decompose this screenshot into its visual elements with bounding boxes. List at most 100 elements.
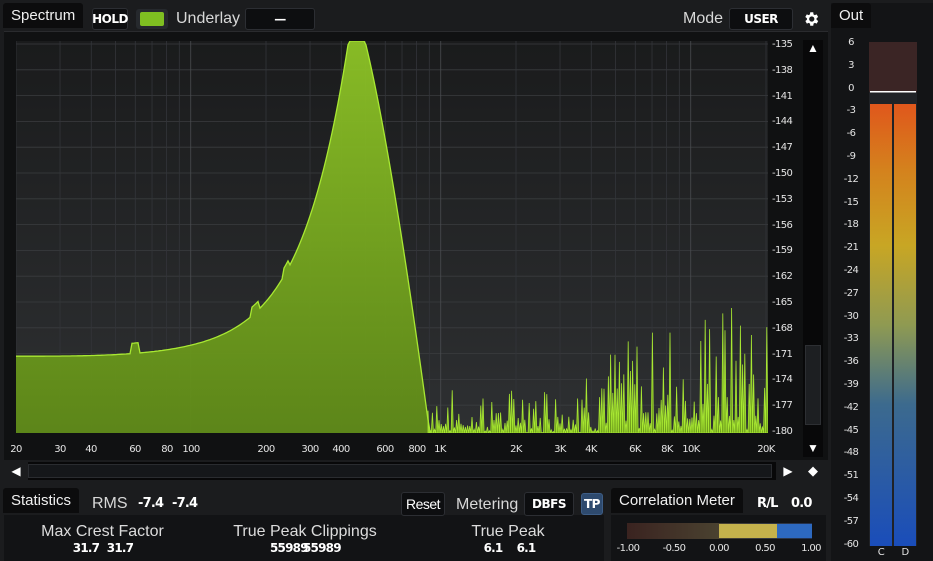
hold-toggle-indicator <box>140 12 164 26</box>
out-scale-label: -39 <box>843 379 859 390</box>
spectrum-plot[interactable] <box>16 41 768 433</box>
x-axis-label: 20K <box>757 444 775 455</box>
y-axis-label: -135 <box>772 39 793 50</box>
horizontal-scrollbar[interactable] <box>28 462 776 480</box>
horizontal-scroll-thumb[interactable] <box>28 464 772 478</box>
x-axis-label: 80 <box>161 444 173 455</box>
x-axis-label: 40 <box>85 444 97 455</box>
out-scale-label: -27 <box>843 287 859 299</box>
y-axis-label: -171 <box>772 348 793 360</box>
correlation-scale-label: 0.00 <box>709 543 729 554</box>
true-peak-left-value: 6.1 <box>483 541 504 555</box>
y-axis-label: -147 <box>772 142 793 154</box>
out-scale-label: -9 <box>846 151 856 162</box>
y-axis-label: -153 <box>772 193 793 205</box>
underlay-select[interactable]: — <box>245 8 315 30</box>
true-peak-toggle[interactable]: TP <box>581 493 603 515</box>
scroll-down-icon[interactable]: ▼ <box>805 441 821 455</box>
out-scale-label: -21 <box>843 242 859 254</box>
out-peak-hold <box>870 91 916 93</box>
true-peak-right-value: 6.1 <box>516 541 537 555</box>
x-axis-label: 4K <box>585 444 597 455</box>
scroll-left-icon[interactable]: ◀ <box>8 463 24 479</box>
spectrum-tab[interactable]: Spectrum <box>3 3 84 28</box>
x-axis-label: 8K <box>661 444 673 455</box>
y-axis-label: -177 <box>772 400 793 412</box>
out-meter-channel-d <box>894 104 916 546</box>
correlation-mode-label[interactable]: R/L <box>757 496 778 511</box>
x-axis-label: 100 <box>182 444 200 455</box>
correlation-scale-label: 1.00 <box>801 543 821 554</box>
scroll-up-icon[interactable]: ▲ <box>805 41 821 55</box>
x-axis-label: 2K <box>510 444 522 455</box>
x-axis-label: 60 <box>129 444 141 455</box>
x-axis-label: 1K <box>434 444 446 455</box>
correlation-scale-label: -1.00 <box>616 543 640 554</box>
x-axis-label: 30 <box>54 444 66 455</box>
clippings-right-value: 55989 <box>303 541 342 555</box>
out-scale-label: -48 <box>843 447 859 459</box>
out-scale-label: -18 <box>843 219 859 231</box>
x-axis-label: 200 <box>257 444 275 455</box>
rms-left-value: -7.4 <box>138 496 164 511</box>
statistics-tab[interactable]: Statistics <box>3 488 80 513</box>
y-axis-label: -141 <box>772 90 793 102</box>
out-scale-label: -57 <box>843 515 859 527</box>
mode-label: Mode <box>683 10 724 27</box>
vertical-scrollbar[interactable] <box>803 40 823 457</box>
hold-toggle[interactable] <box>136 9 168 29</box>
out-scale-label: -60 <box>843 538 859 550</box>
rms-label: RMS <box>92 495 128 512</box>
y-axis-label: -165 <box>772 297 793 308</box>
x-axis-label: 10K <box>682 444 700 455</box>
out-scale-label: -42 <box>843 401 859 413</box>
clippings-left-value: 55989 <box>270 541 309 555</box>
out-scale-label: -30 <box>843 310 859 322</box>
true-peak-clippings-label: True Peak Clippings <box>233 523 377 540</box>
out-tab[interactable]: Out <box>831 3 872 28</box>
rms-right-value: -7.4 <box>172 496 198 511</box>
out-scale-label: -51 <box>843 470 859 482</box>
y-axis-label: -138 <box>772 64 793 76</box>
correlation-scale-label: 0.50 <box>755 543 775 554</box>
x-axis-label: 300 <box>301 444 319 455</box>
x-axis-label: 600 <box>376 444 394 455</box>
output-level-meter <box>869 42 917 546</box>
y-axis-label: -174 <box>772 374 793 386</box>
out-scale-label: -45 <box>843 424 859 436</box>
hold-button[interactable]: HOLD <box>92 8 128 30</box>
vertical-scroll-thumb[interactable] <box>805 345 821 425</box>
correlation-meter-tab[interactable]: Correlation Meter <box>611 488 743 513</box>
y-axis-label: -156 <box>772 219 793 231</box>
out-meter-channel-c <box>870 104 892 546</box>
out-scale-label: -12 <box>843 173 859 185</box>
max-crest-left-value: 31.7 <box>72 541 100 555</box>
gear-icon[interactable] <box>798 7 824 31</box>
correlation-bar <box>627 523 812 539</box>
y-axis-label: -150 <box>772 168 793 179</box>
true-peak-label: True Peak <box>471 523 545 540</box>
correlation-scale-label: -0.50 <box>662 543 686 554</box>
out-scale-label: -6 <box>846 128 856 140</box>
mode-select[interactable]: USER <box>729 8 793 30</box>
max-crest-right-value: 31.7 <box>106 541 134 555</box>
out-scale-label: -3 <box>846 105 856 117</box>
y-axis-label: -144 <box>772 116 793 128</box>
y-axis-label: -180 <box>772 426 793 437</box>
reset-button[interactable]: Reset <box>401 492 445 516</box>
x-axis-label: 6K <box>629 444 641 455</box>
scroll-right-icon[interactable]: ▶ <box>780 463 796 479</box>
channel-d-label: D <box>901 547 909 558</box>
out-scale-label: -36 <box>843 356 859 368</box>
x-axis-label: 800 <box>408 444 426 455</box>
out-scale-label: -15 <box>843 196 859 208</box>
y-axis-label: -162 <box>772 271 793 283</box>
x-axis-label: 3K <box>554 444 566 455</box>
metering-select[interactable]: DBFS <box>524 492 574 516</box>
out-scale-label: 3 <box>848 59 854 71</box>
x-axis-label: 400 <box>332 444 350 455</box>
underlay-label: Underlay <box>176 10 241 27</box>
diamond-icon[interactable]: ◆ <box>805 463 821 479</box>
out-scale-label: 6 <box>848 37 854 48</box>
y-axis-label: -159 <box>772 245 793 257</box>
